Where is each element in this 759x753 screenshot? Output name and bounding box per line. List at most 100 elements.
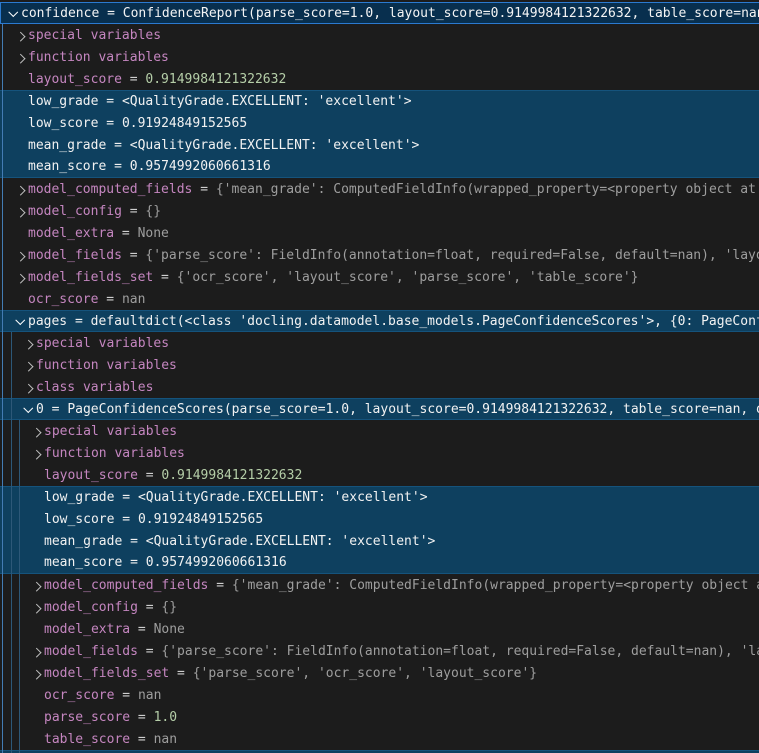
- variable-row[interactable]: model_fields_set = {'ocr_score', 'layout…: [0, 266, 759, 288]
- variable-row[interactable]: table_score = nan: [0, 728, 759, 750]
- equals-sign: =: [98, 94, 121, 109]
- twistie-spacer: [28, 530, 44, 552]
- equals-sign: =: [122, 555, 145, 570]
- variable-row[interactable]: low_grade = <QualityGrade.EXCELLENT: 'ex…: [0, 486, 759, 508]
- variable-name: layout_score: [28, 72, 122, 87]
- variable-row[interactable]: 0 = PageConfidenceScores(parse_score=1.0…: [0, 398, 759, 420]
- variable-row[interactable]: model_extra = None: [0, 222, 759, 244]
- variable-name: function variables: [44, 446, 185, 461]
- chevron-right-icon[interactable]: [12, 200, 28, 222]
- variable-row[interactable]: mean_grade = <QualityGrade.EXCELLENT: 'e…: [0, 134, 759, 156]
- chevron-right-icon[interactable]: [20, 332, 36, 354]
- variable-value: <QualityGrade.EXCELLENT: 'excellent'>: [138, 490, 428, 505]
- chevron-right-icon[interactable]: [28, 574, 44, 596]
- equals-sign: =: [192, 182, 215, 197]
- variable-row[interactable]: parse_score = 1.0: [0, 706, 759, 728]
- chevron-right-icon[interactable]: [12, 24, 28, 46]
- equals-sign: =: [208, 578, 231, 593]
- chevron-down-icon[interactable]: [5, 2, 21, 24]
- variable-row[interactable]: model_computed_fields = {'mean_grade': C…: [0, 178, 759, 200]
- variable-row[interactable]: model_computed_fields = {'mean_grade': C…: [0, 574, 759, 596]
- variable-row[interactable]: ocr_score = nan: [0, 684, 759, 706]
- variable-name: mean_grade: [28, 138, 106, 153]
- chevron-right-icon[interactable]: [28, 662, 44, 684]
- variable-value: <QualityGrade.EXCELLENT: 'excellent'>: [146, 534, 436, 549]
- variable-value: nan: [154, 732, 177, 747]
- variable-value: None: [154, 622, 185, 637]
- variable-name: parse_score: [44, 710, 130, 725]
- equals-sign: =: [114, 512, 137, 527]
- equals-sign: =: [130, 732, 153, 747]
- variable-name: 0: [36, 402, 44, 417]
- chevron-right-icon[interactable]: [28, 640, 44, 662]
- variable-name: model_config: [44, 600, 138, 615]
- equals-sign: =: [138, 600, 161, 615]
- variable-row[interactable]: low_score = 0.91924849152565: [0, 508, 759, 530]
- variable-name: low_grade: [44, 490, 114, 505]
- group-row[interactable]: special variables: [0, 332, 759, 354]
- equals-sign: =: [99, 6, 122, 21]
- variable-value: {'parse_score': FieldInfo(annotation=flo…: [145, 248, 759, 263]
- variable-value: {}: [161, 600, 177, 615]
- twistie-spacer: [28, 487, 44, 509]
- variable-row[interactable]: model_config = {}: [0, 596, 759, 618]
- variable-name: model_config: [28, 204, 122, 219]
- variable-name: low_score: [44, 512, 114, 527]
- variable-name: mean_score: [28, 159, 106, 174]
- variable-name: model_fields_set: [44, 666, 169, 681]
- variable-row[interactable]: layout_score = 0.9149984121322632: [0, 464, 759, 486]
- equals-sign: =: [138, 644, 161, 659]
- variable-row[interactable]: ocr_score = nan: [0, 288, 759, 310]
- equals-sign: =: [106, 138, 129, 153]
- variable-name: special variables: [36, 336, 169, 351]
- variable-name: model_computed_fields: [44, 578, 208, 593]
- group-row[interactable]: class variables: [0, 376, 759, 398]
- equals-sign: =: [114, 490, 137, 505]
- chevron-down-icon[interactable]: [20, 398, 36, 420]
- variable-name: special variables: [28, 28, 161, 43]
- variable-row[interactable]: mean_score = 0.9574992060661316: [0, 156, 759, 178]
- variable-name: class variables: [36, 380, 153, 395]
- chevron-right-icon[interactable]: [12, 266, 28, 288]
- variable-row[interactable]: pages = defaultdict(<class 'docling.data…: [0, 310, 759, 332]
- chevron-right-icon[interactable]: [20, 376, 36, 398]
- group-row[interactable]: function variables: [0, 46, 759, 68]
- twistie-spacer: [12, 288, 28, 310]
- variable-name: model_extra: [44, 622, 130, 637]
- equals-sign: =: [122, 534, 145, 549]
- equals-sign: =: [169, 666, 192, 681]
- chevron-right-icon[interactable]: [28, 596, 44, 618]
- chevron-right-icon[interactable]: [28, 420, 44, 442]
- variable-name: low_score: [28, 116, 98, 131]
- twistie-spacer: [28, 508, 44, 530]
- variable-row[interactable]: layout_score = 0.9149984121322632: [0, 68, 759, 90]
- variable-row[interactable]: model_fields = {'parse_score': FieldInfo…: [0, 640, 759, 662]
- chevron-right-icon[interactable]: [12, 46, 28, 68]
- variable-row[interactable]: mean_grade = <QualityGrade.EXCELLENT: 'e…: [0, 530, 759, 552]
- equals-sign: =: [130, 710, 153, 725]
- chevron-down-icon[interactable]: [12, 310, 28, 332]
- twistie-spacer: [12, 91, 28, 113]
- variable-row[interactable]: low_score = 0.91924849152565: [0, 112, 759, 134]
- variable-name: model_fields: [44, 644, 138, 659]
- chevron-right-icon[interactable]: [28, 442, 44, 464]
- group-row[interactable]: function variables: [0, 442, 759, 464]
- twistie-spacer: [28, 684, 44, 706]
- chevron-right-icon[interactable]: [20, 354, 36, 376]
- variable-name: mean_score: [44, 555, 122, 570]
- chevron-right-icon[interactable]: [12, 244, 28, 266]
- chevron-right-icon[interactable]: [12, 178, 28, 200]
- variable-value: ConfidenceReport(parse_score=1.0, layout…: [123, 6, 759, 21]
- variable-row[interactable]: mean_score = 0.9574992060661316: [0, 552, 759, 574]
- group-row[interactable]: special variables: [0, 420, 759, 442]
- group-row[interactable]: function variables: [0, 354, 759, 376]
- variable-row[interactable]: low_grade = <QualityGrade.EXCELLENT: 'ex…: [0, 90, 759, 112]
- group-row[interactable]: special variables: [0, 24, 759, 46]
- variable-row[interactable]: model_extra = None: [0, 618, 759, 640]
- variable-row[interactable]: confidence = ConfidenceReport(parse_scor…: [0, 2, 759, 24]
- variable-row[interactable]: model_fields = {'parse_score': FieldInfo…: [0, 244, 759, 266]
- variable-row[interactable]: model_fields_set = {'parse_score', 'ocr_…: [0, 662, 759, 684]
- variable-name: ocr_score: [28, 292, 98, 307]
- variable-row[interactable]: model_config = {}: [0, 200, 759, 222]
- variable-name: pages: [28, 314, 67, 329]
